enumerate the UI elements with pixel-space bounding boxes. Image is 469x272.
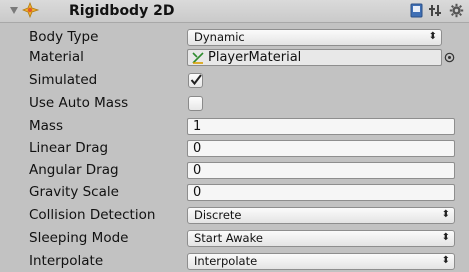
simulated-checkbox[interactable] — [188, 73, 203, 88]
interpolate-value: Interpolate — [194, 254, 258, 268]
body-type-label: Body Type — [29, 29, 99, 45]
collision-detection-row: Collision Detection Discrete ⬍ — [0, 206, 469, 226]
help-book-icon[interactable] — [409, 3, 424, 18]
dropdown-arrows-icon: ⬍ — [441, 232, 450, 243]
sleeping-mode-value: Start Awake — [194, 231, 263, 245]
rigidbody2d-icon — [22, 2, 40, 18]
body-type-dropdown[interactable]: Dynamic ⬍ — [187, 29, 442, 46]
foldout-arrow-icon[interactable] — [10, 7, 18, 14]
linear-drag-label: Linear Drag — [29, 140, 109, 156]
sleeping-mode-row: Sleeping Mode Start Awake ⬍ — [0, 229, 469, 249]
dropdown-arrows-icon: ⬍ — [428, 31, 437, 42]
component-header[interactable]: Rigidbody 2D — [0, 0, 469, 23]
body-type-row: Body Type Dynamic ⬍ — [0, 28, 469, 48]
preset-icon[interactable] — [428, 3, 443, 18]
gear-icon[interactable] — [449, 3, 464, 18]
angular-drag-label: Angular Drag — [29, 162, 119, 178]
mass-input[interactable]: 1 — [187, 118, 455, 135]
simulated-label: Simulated — [29, 72, 98, 88]
rigidbody2d-inspector: Rigidbody 2D Body Type Dynamic ⬍ Materia… — [0, 0, 469, 271]
collision-detection-dropdown[interactable]: Discrete ⬍ — [187, 207, 455, 224]
mass-label: Mass — [29, 118, 63, 134]
interpolate-dropdown[interactable]: Interpolate ⬍ — [187, 253, 455, 270]
sleeping-mode-dropdown[interactable]: Start Awake ⬍ — [187, 230, 455, 247]
interpolate-row: Interpolate Interpolate ⬍ — [0, 252, 469, 272]
angular-drag-row: Angular Drag 0 — [0, 161, 469, 181]
interpolate-label: Interpolate — [29, 253, 104, 269]
gravity-scale-label: Gravity Scale — [29, 184, 119, 200]
collision-detection-value: Discrete — [194, 208, 242, 222]
gravity-scale-row: Gravity Scale 0 — [0, 183, 469, 203]
dropdown-arrows-icon: ⬍ — [441, 255, 450, 266]
sleeping-mode-label: Sleeping Mode — [29, 230, 129, 246]
collision-detection-label: Collision Detection — [29, 207, 156, 223]
gravity-scale-input[interactable]: 0 — [187, 184, 455, 201]
use-auto-mass-checkbox[interactable] — [188, 96, 203, 111]
use-auto-mass-row: Use Auto Mass — [0, 94, 469, 114]
body-type-value: Dynamic — [194, 30, 245, 44]
material-label: Material — [29, 49, 84, 65]
component-title: Rigidbody 2D — [69, 3, 175, 19]
linear-drag-input[interactable]: 0 — [187, 140, 455, 157]
linear-drag-row: Linear Drag 0 — [0, 139, 469, 159]
material-row: Material PlayerMaterial — [0, 48, 469, 68]
angular-drag-input[interactable]: 0 — [187, 162, 455, 179]
mass-row: Mass 1 — [0, 117, 469, 137]
use-auto-mass-label: Use Auto Mass — [29, 95, 129, 111]
checkmark-icon — [190, 74, 202, 86]
material-value: PlayerMaterial — [208, 50, 302, 65]
object-picker-icon[interactable] — [444, 52, 455, 63]
material-object-field[interactable]: PlayerMaterial — [187, 49, 442, 66]
simulated-row: Simulated — [0, 71, 469, 91]
physics-material-icon — [192, 52, 204, 64]
dropdown-arrows-icon: ⬍ — [441, 209, 450, 220]
